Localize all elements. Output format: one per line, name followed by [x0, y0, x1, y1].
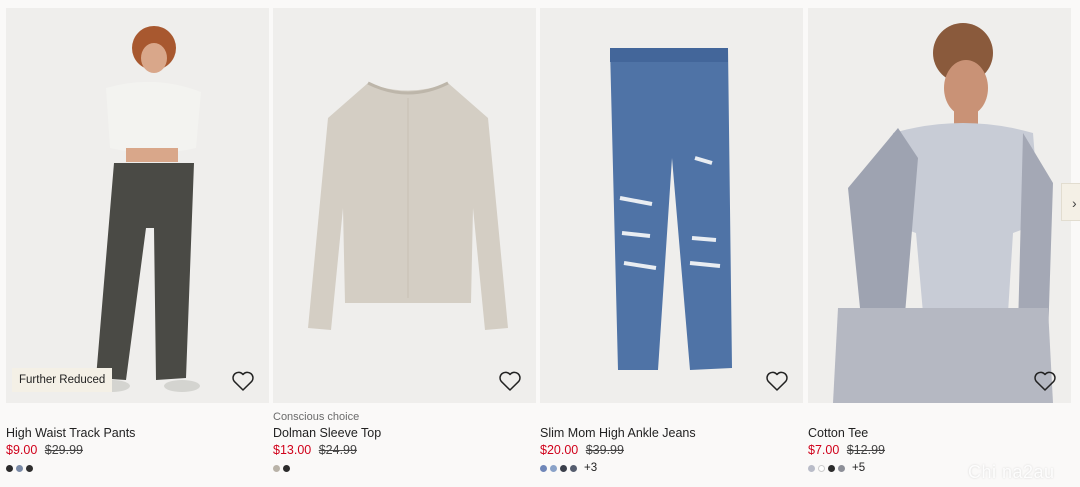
original-price: $29.99: [44, 443, 83, 457]
product-tag: [540, 410, 803, 424]
original-price: $12.99: [846, 443, 885, 457]
sweater-photo: [273, 8, 536, 403]
more-colors-count[interactable]: +3: [584, 462, 597, 474]
watermark-text: Chi na2au: [968, 462, 1055, 482]
product-image[interactable]: [808, 8, 1071, 403]
heart-outline-icon[interactable]: [231, 370, 255, 392]
more-colors-count[interactable]: +5: [852, 462, 865, 474]
heart-outline-icon[interactable]: [1033, 370, 1057, 392]
color-swatch[interactable]: [808, 464, 815, 472]
color-swatches: [6, 462, 269, 474]
color-swatch[interactable]: [570, 464, 577, 472]
color-swatch[interactable]: [540, 464, 547, 472]
product-card[interactable]: Slim Mom High Ankle Jeans $20.00 $39.99 …: [540, 8, 803, 487]
color-swatch[interactable]: [838, 464, 845, 472]
color-swatches: [273, 462, 536, 474]
sale-price: $20.00: [540, 443, 579, 457]
sale-price: $13.00: [273, 443, 312, 457]
sale-price: $7.00: [808, 443, 840, 457]
original-price: $24.99: [318, 443, 357, 457]
product-name-link[interactable]: High Waist Track Pants: [6, 425, 269, 441]
jeans-photo: [540, 8, 803, 403]
product-image[interactable]: [540, 8, 803, 403]
color-swatch[interactable]: [818, 464, 825, 472]
product-prices: $20.00 $39.99: [540, 443, 803, 458]
product-card[interactable]: Further Reduced High Waist Track Pants $…: [6, 8, 269, 487]
color-swatch[interactable]: [283, 464, 290, 472]
further-reduced-badge: Further Reduced: [12, 368, 113, 392]
product-tag: [808, 410, 1071, 424]
heart-outline-icon[interactable]: [498, 370, 522, 392]
color-swatch[interactable]: [273, 464, 280, 472]
product-info: Conscious choice Dolman Sleeve Top $13.0…: [273, 410, 536, 474]
sale-price: $9.00: [6, 443, 38, 457]
product-name-link[interactable]: Dolman Sleeve Top: [273, 425, 536, 441]
product-prices: $13.00 $24.99: [273, 443, 536, 458]
conscious-choice-label: Conscious choice: [273, 411, 360, 423]
product-name-link[interactable]: Cotton Tee: [808, 425, 1071, 441]
carousel-next-button[interactable]: ›: [1061, 183, 1080, 221]
color-swatch[interactable]: [550, 464, 557, 472]
color-swatch[interactable]: [26, 464, 33, 472]
original-price: $39.99: [585, 443, 624, 457]
product-name-link[interactable]: Slim Mom High Ankle Jeans: [540, 425, 803, 441]
product-carousel: Further Reduced High Waist Track Pants $…: [0, 0, 1080, 487]
color-swatches: +3: [540, 462, 803, 474]
product-image[interactable]: [273, 8, 536, 403]
color-swatch[interactable]: [560, 464, 567, 472]
heart-outline-icon[interactable]: [765, 370, 789, 392]
product-image[interactable]: [6, 8, 269, 403]
product-card[interactable]: Cotton Tee $7.00 $12.99 +5: [808, 8, 1071, 487]
product-info: Slim Mom High Ankle Jeans $20.00 $39.99 …: [540, 410, 803, 474]
color-swatch[interactable]: [828, 464, 835, 472]
color-swatch[interactable]: [6, 464, 13, 472]
product-prices: $9.00 $29.99: [6, 443, 269, 458]
product-card[interactable]: Conscious choice Dolman Sleeve Top $13.0…: [273, 8, 536, 487]
color-swatch[interactable]: [16, 464, 23, 472]
product-tag: [6, 410, 269, 424]
product-prices: $7.00 $12.99: [808, 443, 1071, 458]
cotton-tee-photo: [808, 8, 1071, 403]
track-pants-photo: [6, 8, 269, 403]
chevron-right-icon: ›: [1072, 195, 1077, 211]
product-info: High Waist Track Pants $9.00 $29.99: [6, 410, 269, 474]
